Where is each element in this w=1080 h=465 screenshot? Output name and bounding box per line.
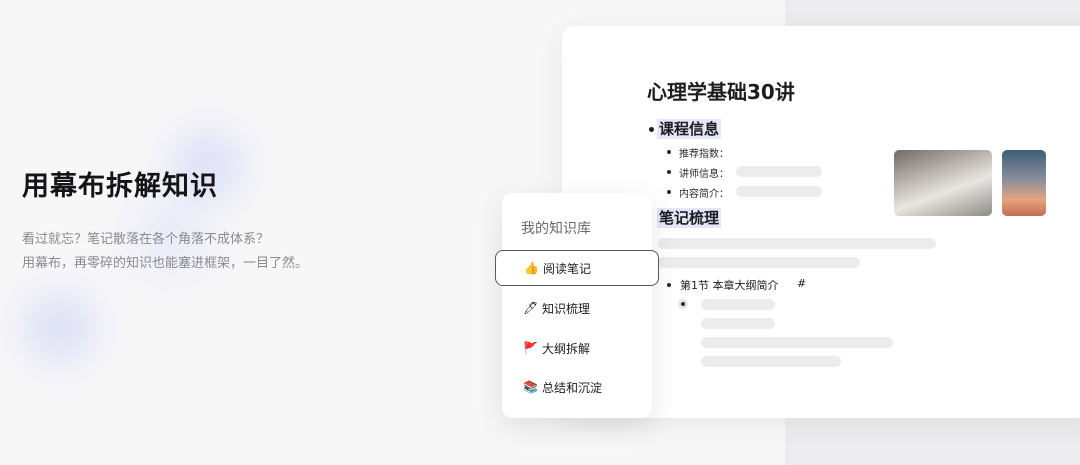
chapter-anchor[interactable]: # xyxy=(797,277,806,290)
flag-icon: 🚩 xyxy=(523,341,538,355)
placeholder-bar xyxy=(658,238,936,249)
placeholder-bar xyxy=(701,318,775,329)
section-heading-notes: 笔记梳理 xyxy=(657,208,722,228)
bullet-dot xyxy=(667,170,671,174)
menu-item-label: 阅读笔记 xyxy=(543,261,592,276)
bullet-dot xyxy=(649,127,654,132)
books-icon: 📚 xyxy=(523,380,538,394)
menu-item-label: 总结和沉淀 xyxy=(542,380,603,395)
menu-item-outline-breakdown[interactable]: 🚩 大纲拆解 xyxy=(502,330,652,366)
field-label-lecturer: 讲师信息： xyxy=(679,169,729,180)
menu-item-knowledge-sorting[interactable]: 🖊 知识梳理 xyxy=(502,290,652,326)
collapsed-bullet[interactable] xyxy=(678,299,688,309)
decorative-blob xyxy=(12,280,107,375)
pen-icon: 🖊 xyxy=(523,301,539,315)
knowledge-library-menu: 我的知识库 👍 阅读笔记 🖊 知识梳理 🚩 大纲拆解 📚 总结和沉淀 xyxy=(495,193,659,418)
bullet-dot xyxy=(667,283,671,287)
hero-title: 用幕布拆解知识 xyxy=(22,171,218,202)
hero-description: 看过就忘？笔记散落在各个角落不成体系？ 用幕布，再零碎的知识也能塞进框架，一目了… xyxy=(22,228,308,276)
bullet-dot xyxy=(667,190,671,194)
field-label-rating: 推荐指数： xyxy=(679,149,729,160)
placeholder-bar xyxy=(701,299,775,310)
dandelion-photo-thumbnail[interactable] xyxy=(1002,150,1046,216)
placeholder-bar xyxy=(701,337,893,348)
document-title: 心理学基础30讲 xyxy=(647,80,795,104)
writing-photo-thumbnail[interactable] xyxy=(894,150,992,216)
menu-title: 我的知识库 xyxy=(521,221,591,237)
hero-description-line: 看过就忘？笔记散落在各个角落不成体系？ xyxy=(22,232,270,247)
field-label-summary: 内容简介： xyxy=(679,189,729,200)
menu-item-reading-notes[interactable]: 👍 阅读笔记 xyxy=(495,250,659,286)
placeholder-bar xyxy=(736,166,822,177)
menu-item-label: 大纲拆解 xyxy=(542,341,591,356)
section-heading-course-info: 课程信息 xyxy=(657,119,722,139)
placeholder-bar xyxy=(701,356,841,367)
placeholder-bar xyxy=(736,186,822,197)
thumb-icon: 👍 xyxy=(524,261,539,275)
chapter-title: 第1节 本章大纲简介 xyxy=(680,279,779,292)
hero-description-line: 用幕布，再零碎的知识也能塞进框架，一目了然。 xyxy=(22,256,309,271)
placeholder-bar xyxy=(658,257,860,268)
menu-item-summary[interactable]: 📚 总结和沉淀 xyxy=(502,369,652,405)
bullet-dot xyxy=(667,150,671,154)
menu-item-label: 知识梳理 xyxy=(542,301,591,316)
